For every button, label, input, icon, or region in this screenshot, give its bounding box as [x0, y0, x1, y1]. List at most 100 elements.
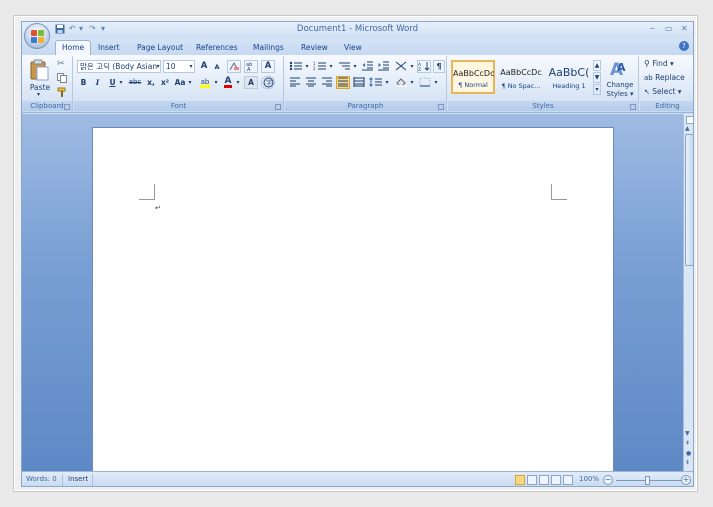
- clipboard-launcher-icon[interactable]: [64, 104, 70, 110]
- bold-button[interactable]: B: [78, 76, 89, 89]
- paragraph-launcher-icon[interactable]: [438, 104, 444, 110]
- change-styles-button[interactable]: A A Change Styles ▾: [604, 58, 636, 100]
- font-launcher-icon[interactable]: [275, 104, 281, 110]
- decrease-indent-button[interactable]: [361, 60, 375, 73]
- previous-page-icon[interactable]: ⇞: [685, 440, 690, 447]
- undo-button[interactable]: ↶: [69, 24, 76, 33]
- help-icon[interactable]: ?: [679, 41, 689, 51]
- character-shading-button[interactable]: A: [244, 76, 258, 89]
- underline-button[interactable]: U: [107, 76, 118, 89]
- align-left-button[interactable]: [288, 76, 302, 89]
- multilevel-dropdown-icon[interactable]: ▾: [352, 60, 358, 73]
- clear-formatting-button[interactable]: [227, 60, 241, 73]
- phonetic-guide-button[interactable]: ab A: [244, 60, 258, 73]
- draft-view-icon[interactable]: [563, 475, 573, 485]
- shading-dropdown-icon[interactable]: ▾: [409, 76, 415, 89]
- paste-button[interactable]: Paste ▾: [25, 58, 55, 100]
- numbering-dropdown-icon[interactable]: ▾: [328, 60, 334, 73]
- zoom-out-icon[interactable]: −: [603, 475, 613, 485]
- shrink-font-button[interactable]: A: [212, 61, 222, 74]
- grow-font-button[interactable]: A: [198, 60, 210, 73]
- select-button[interactable]: ↖ Select ▾: [643, 85, 691, 98]
- asian-layout-button[interactable]: [393, 60, 409, 73]
- highlight-dropdown-icon[interactable]: ▾: [213, 76, 219, 89]
- align-center-button[interactable]: [304, 76, 318, 89]
- character-border-button[interactable]: A: [261, 60, 275, 73]
- font-name-combo[interactable]: 맑은 고딕 (Body Asian: [77, 60, 161, 73]
- tab-view[interactable]: View: [338, 41, 368, 55]
- document-page[interactable]: ↵: [92, 127, 614, 477]
- tab-references[interactable]: References: [190, 41, 244, 55]
- restore-button[interactable]: ▭: [665, 24, 673, 33]
- change-case-button[interactable]: Aa: [173, 76, 187, 89]
- borders-button[interactable]: [417, 76, 433, 89]
- format-painter-icon[interactable]: [57, 87, 68, 98]
- outline-view-icon[interactable]: [551, 475, 561, 485]
- zoom-level[interactable]: 100%: [579, 475, 599, 483]
- replace-button[interactable]: ab Replace: [643, 71, 691, 84]
- line-spacing-dropdown-icon[interactable]: ▾: [384, 76, 390, 89]
- justify-button[interactable]: [336, 76, 350, 89]
- enclose-characters-button[interactable]: 字: [261, 76, 275, 89]
- distributed-button[interactable]: [352, 76, 366, 89]
- sort-button[interactable]: AZ: [417, 60, 431, 73]
- increase-indent-button[interactable]: [377, 60, 391, 73]
- customize-qa-icon[interactable]: ▾: [101, 24, 105, 33]
- undo-dropdown-icon[interactable]: ▾: [79, 24, 83, 33]
- multilevel-list-button[interactable]: [336, 60, 352, 73]
- bullets-dropdown-icon[interactable]: ▾: [304, 60, 310, 73]
- line-spacing-button[interactable]: [368, 76, 384, 89]
- align-right-button[interactable]: [320, 76, 334, 89]
- find-button[interactable]: ⚲ Find ▾: [643, 57, 691, 70]
- next-page-icon[interactable]: ⇟: [685, 459, 690, 466]
- save-icon[interactable]: [55, 24, 65, 36]
- italic-button[interactable]: I: [92, 76, 103, 89]
- web-layout-view-icon[interactable]: [539, 475, 549, 485]
- office-button[interactable]: [24, 23, 50, 49]
- ruler-toggle-icon[interactable]: [686, 116, 693, 124]
- font-name-dropdown-icon[interactable]: ▾: [154, 60, 162, 73]
- cut-icon[interactable]: ✂: [57, 59, 68, 70]
- minimize-button[interactable]: –: [650, 23, 655, 34]
- vertical-scrollbar[interactable]: ▲ ▼ ⇞ ● ⇟: [683, 114, 693, 471]
- tab-home[interactable]: Home: [55, 40, 92, 55]
- scroll-up-icon[interactable]: ▲: [685, 125, 690, 132]
- style-normal[interactable]: AaBbCcDc ¶ Normal: [451, 60, 495, 94]
- font-size-dropdown-icon[interactable]: ▾: [187, 60, 195, 73]
- redo-button[interactable]: ↷: [89, 24, 96, 33]
- styles-more-icon[interactable]: ▾: [593, 84, 601, 95]
- style-heading-1[interactable]: AaBbC( Heading 1: [547, 60, 591, 94]
- scroll-down-icon[interactable]: ▼: [685, 430, 690, 437]
- tab-review[interactable]: Review: [295, 41, 334, 55]
- strikethrough-button[interactable]: abc: [127, 76, 143, 89]
- text-highlight-button[interactable]: ab: [198, 76, 212, 89]
- show-hide-marks-button[interactable]: ¶: [433, 60, 445, 73]
- zoom-in-icon[interactable]: +: [681, 475, 691, 485]
- subscript-button[interactable]: x,: [145, 76, 157, 89]
- insert-mode[interactable]: Insert: [68, 475, 88, 483]
- tab-insert[interactable]: Insert: [92, 41, 126, 55]
- asian-layout-dropdown-icon[interactable]: ▾: [409, 60, 415, 73]
- print-layout-view-icon[interactable]: [515, 475, 525, 485]
- underline-dropdown-icon[interactable]: ▾: [118, 76, 124, 89]
- zoom-slider-thumb[interactable]: [645, 476, 650, 485]
- styles-launcher-icon[interactable]: [630, 104, 636, 110]
- font-color-button[interactable]: A: [222, 76, 234, 89]
- change-case-dropdown-icon[interactable]: ▾: [187, 76, 193, 89]
- full-screen-reading-view-icon[interactable]: [527, 475, 537, 485]
- bullets-button[interactable]: [288, 60, 304, 73]
- numbering-button[interactable]: 12: [312, 60, 328, 73]
- tab-mailings[interactable]: Mailings: [247, 41, 290, 55]
- styles-scroll-up-icon[interactable]: ▲: [593, 60, 601, 71]
- superscript-button[interactable]: x²: [159, 76, 171, 89]
- style-no-spacing[interactable]: AaBbCcDc ¶ No Spac...: [499, 60, 543, 94]
- shading-button[interactable]: [393, 76, 409, 89]
- word-count[interactable]: Words: 0: [26, 475, 57, 483]
- scroll-thumb[interactable]: [685, 134, 693, 266]
- styles-scroll-down-icon[interactable]: ▼: [593, 72, 601, 83]
- borders-dropdown-icon[interactable]: ▾: [433, 76, 439, 89]
- select-browse-object-icon[interactable]: ●: [686, 450, 691, 457]
- font-color-dropdown-icon[interactable]: ▾: [235, 76, 241, 89]
- copy-icon[interactable]: [57, 73, 68, 84]
- tab-page-layout[interactable]: Page Layout: [131, 41, 189, 55]
